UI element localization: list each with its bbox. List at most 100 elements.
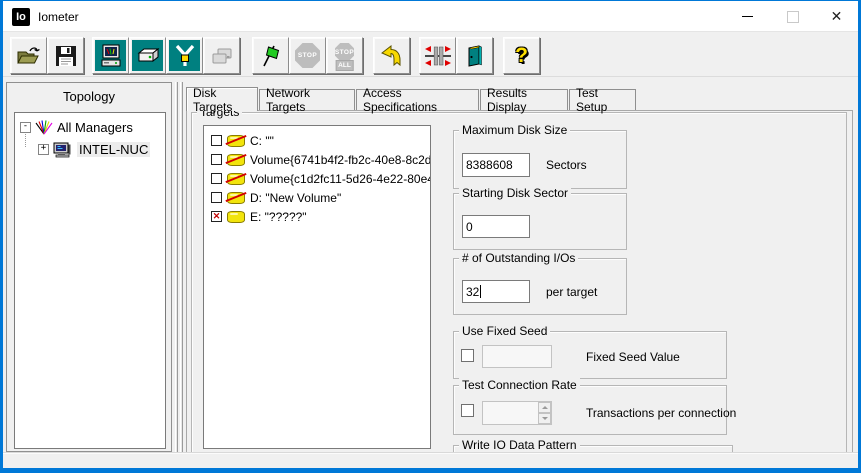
close-button[interactable]: ✕	[814, 1, 859, 32]
app-logo-icon: Io	[12, 8, 30, 26]
new-network-worker-button[interactable]	[166, 37, 203, 74]
disk-icon	[227, 211, 245, 223]
tab-access-specifications[interactable]: Access Specifications	[356, 89, 479, 110]
target-row[interactable]: C: ""	[204, 131, 430, 150]
stop-test-button[interactable]: STOP	[289, 37, 326, 74]
use-fixed-seed-checkbox[interactable]	[461, 349, 474, 362]
expand-expander-icon[interactable]: +	[38, 144, 49, 155]
tab-test-setup[interactable]: Test Setup	[569, 89, 636, 110]
target-checkbox[interactable]	[211, 173, 222, 184]
move-workers-button[interactable]	[419, 37, 456, 74]
reset-arrow-icon	[380, 45, 404, 67]
manager-computer-icon	[53, 142, 73, 158]
maximum-disk-size-group: Maximum Disk Size Sectors	[453, 130, 627, 189]
target-label: Volume{c1d2fc11-5d26-4e22-80e4-d	[250, 172, 431, 186]
topology-title: Topology	[7, 89, 171, 104]
starting-disk-sector-group: Starting Disk Sector	[453, 193, 627, 250]
target-row[interactable]: E: "?????"	[204, 207, 430, 226]
target-checkbox[interactable]	[211, 192, 222, 203]
test-connection-rate-group: Test Connection Rate Transactions per co…	[453, 385, 727, 435]
reset-workers-button[interactable]	[373, 37, 410, 74]
maximize-icon	[787, 11, 799, 23]
target-label: E: "?????"	[250, 210, 307, 224]
target-label: C: ""	[250, 134, 274, 148]
green-flag-icon	[259, 44, 283, 68]
tab-bar: Disk Targets Network Targets Access Spec…	[186, 87, 637, 110]
copy-workers-button[interactable]	[203, 37, 240, 74]
toolbar: STOP STOP ALL ?	[3, 32, 858, 77]
group-label: Test Connection Rate	[459, 378, 580, 392]
stop-sign-icon: STOP	[295, 43, 320, 68]
target-checkbox[interactable]	[211, 154, 222, 165]
group-label: Write IO Data Pattern	[459, 438, 580, 452]
maximum-disk-size-input[interactable]	[462, 153, 530, 177]
group-label: Maximum Disk Size	[459, 123, 570, 137]
network-cable-icon	[173, 44, 197, 68]
stop-all-tests-button[interactable]: STOP ALL	[326, 37, 363, 74]
minimize-icon	[742, 16, 753, 17]
open-test-file-button[interactable]	[10, 37, 47, 74]
help-question-icon: ?	[515, 44, 528, 68]
text-caret	[480, 285, 481, 298]
outstanding-ios-input[interactable]	[462, 280, 530, 303]
disk-icon	[227, 173, 245, 185]
maximize-button[interactable]	[770, 1, 815, 32]
save-floppy-icon	[55, 45, 77, 67]
group-label: Starting Disk Sector	[459, 186, 571, 200]
collapse-expander-icon[interactable]: -	[20, 122, 31, 133]
spin-up-icon[interactable]	[538, 402, 551, 413]
status-bar	[3, 452, 858, 468]
starting-disk-sector-input[interactable]	[462, 215, 530, 238]
fixed-seed-value-input[interactable]	[482, 345, 552, 368]
group-label: # of Outstanding I/Os	[459, 251, 578, 265]
target-label: D: "New Volume"	[250, 191, 341, 205]
target-row[interactable]: D: "New Volume"	[204, 188, 430, 207]
target-checkbox[interactable]	[211, 211, 222, 222]
target-label: Volume{6741b4f2-fb2c-40e8-8c2d-48	[250, 153, 431, 167]
target-row[interactable]: Volume{c1d2fc11-5d26-4e22-80e4-d	[204, 169, 430, 188]
transactions-label: Transactions per connection	[586, 406, 736, 420]
disk-icon	[227, 135, 245, 147]
tree-node-all-managers[interactable]: - All Managers	[20, 118, 133, 137]
save-test-file-button[interactable]	[47, 37, 84, 74]
new-disk-worker-button[interactable]	[129, 37, 166, 74]
tree-node-intel-nuc[interactable]: + INTEL-NUC	[38, 140, 150, 159]
start-tests-button[interactable]	[252, 37, 289, 74]
outstanding-ios-group: # of Outstanding I/Os per target	[453, 258, 627, 315]
target-row[interactable]: Volume{6741b4f2-fb2c-40e8-8c2d-48	[204, 150, 430, 169]
help-button[interactable]: ?	[503, 37, 540, 74]
disk-icon	[227, 154, 245, 166]
copy-icon	[210, 45, 234, 67]
open-folder-icon	[17, 46, 41, 66]
new-manager-button[interactable]	[92, 37, 129, 74]
exchange-arrows-icon	[425, 45, 451, 67]
close-icon: ✕	[831, 8, 843, 25]
disk-drive-icon	[136, 45, 160, 67]
exit-button[interactable]	[456, 37, 493, 74]
test-connection-rate-checkbox[interactable]	[461, 404, 474, 417]
transactions-spinner[interactable]	[538, 402, 551, 424]
node-label: INTEL-NUC	[77, 142, 150, 157]
target-checkbox[interactable]	[211, 135, 222, 146]
spin-down-icon[interactable]	[538, 413, 551, 424]
tab-disk-targets[interactable]: Disk Targets	[186, 87, 258, 111]
per-target-label: per target	[546, 285, 597, 299]
splitter-handle[interactable]	[180, 82, 183, 452]
group-label: Use Fixed Seed	[459, 324, 550, 338]
splitter-handle[interactable]	[175, 82, 178, 452]
tab-network-targets[interactable]: Network Targets	[259, 89, 355, 110]
computer-icon	[99, 44, 123, 68]
sectors-label: Sectors	[546, 158, 587, 172]
disk-icon	[227, 192, 245, 204]
fixed-seed-value-label: Fixed Seed Value	[586, 350, 680, 364]
minimize-button[interactable]	[725, 1, 770, 32]
use-fixed-seed-group: Use Fixed Seed Fixed Seed Value	[453, 331, 727, 379]
topology-tree[interactable]: - All Managers + INTEL-NUC	[14, 112, 166, 449]
exit-door-icon	[464, 45, 486, 67]
targets-list[interactable]: C: "" Volume{6741b4f2-fb2c-40e8-8c2d-48 …	[203, 125, 431, 449]
stop-all-sign-icon: STOP	[335, 43, 354, 62]
tab-results-display[interactable]: Results Display	[480, 89, 568, 110]
title-bar: Io Iometer ✕	[1, 1, 860, 32]
node-label: All Managers	[57, 120, 133, 135]
window-title: Iometer	[38, 10, 79, 24]
